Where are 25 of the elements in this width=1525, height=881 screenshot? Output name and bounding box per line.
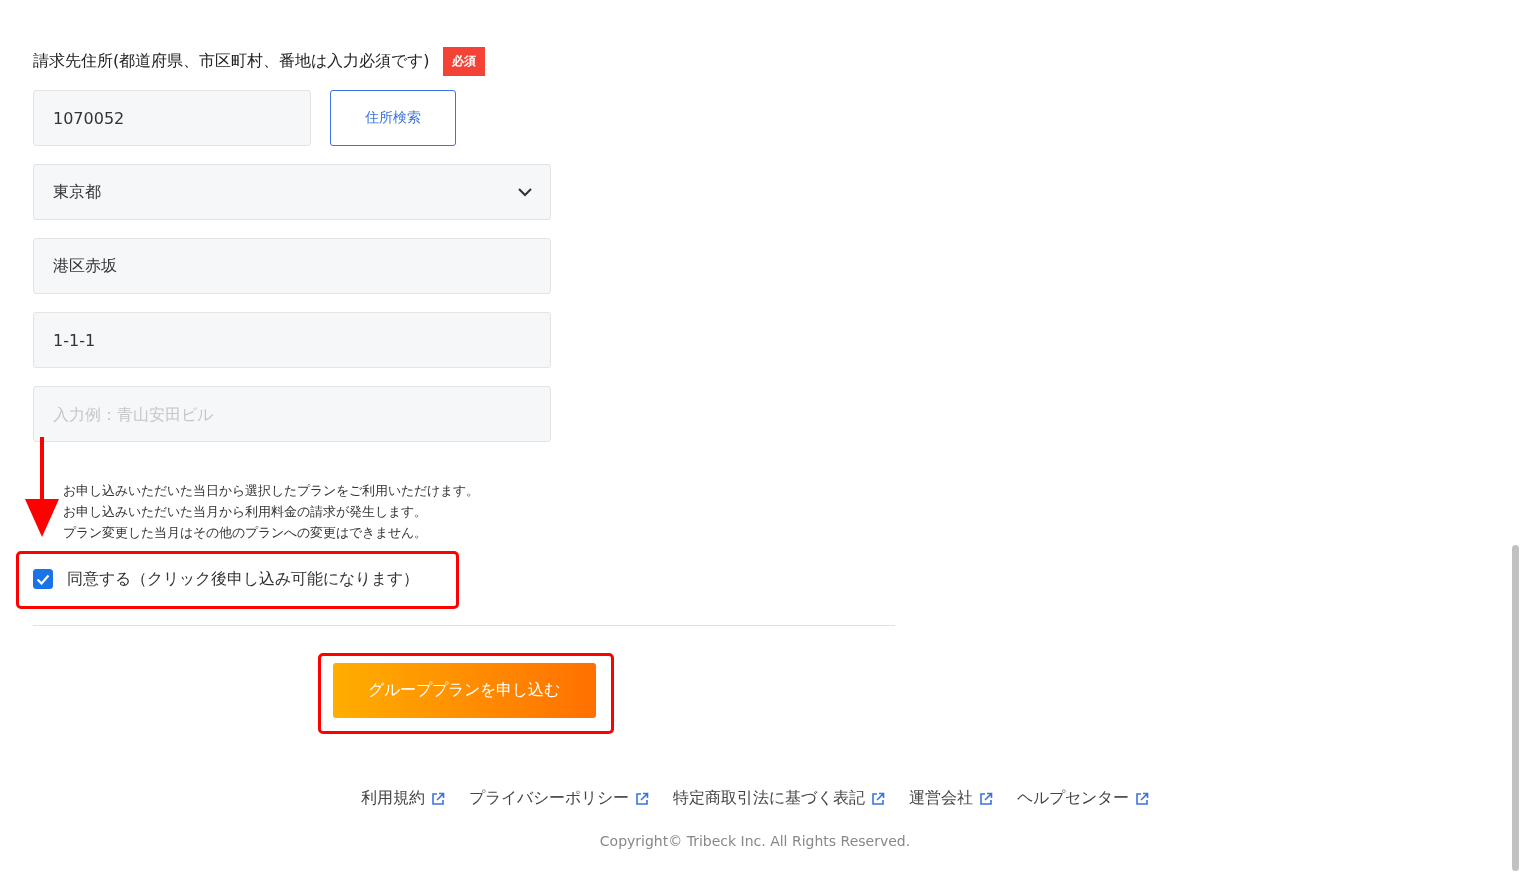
scrollbar-thumb[interactable]: [1512, 545, 1519, 871]
postal-code-field[interactable]: 1070052: [33, 90, 311, 146]
external-link-icon: [871, 791, 885, 806]
required-badge: 必須: [443, 46, 486, 76]
checkbox-icon[interactable]: [33, 569, 53, 589]
note-text: お申し込みいただいた当日から選択したプランをご利用いただけます。: [63, 482, 480, 500]
footer-link[interactable]: 特定商取引法に基づく表記: [673, 788, 885, 809]
footer-link[interactable]: 運営会社: [909, 788, 993, 809]
external-link-icon: [431, 791, 445, 806]
note-text: プラン変更した当月はその他のプランへの変更はできません。: [63, 524, 428, 542]
field-label: 請求先住所(都道府県、市区町村、番地は入力必須です): [33, 50, 430, 72]
street-field[interactable]: 1-1-1: [33, 312, 551, 368]
prefecture-select[interactable]: 東京都: [33, 164, 551, 220]
agreement-checkbox[interactable]: 同意する（クリック後申し込み可能になります）: [33, 563, 419, 595]
external-link-icon: [1135, 791, 1149, 806]
chevron-down-icon: [518, 187, 532, 197]
external-link-icon: [635, 791, 649, 806]
external-link-icon: [979, 791, 993, 806]
copyright-text: Copyright© Tribeck Inc. All Rights Reserved.: [599, 833, 911, 849]
footer-link[interactable]: プライバシーポリシー: [469, 788, 649, 809]
footer-link[interactable]: 利用規約: [361, 788, 445, 809]
city-field[interactable]: 港区赤坂: [33, 238, 551, 294]
note-text: お申し込みいただいた当月から利用料金の請求が発生します。: [63, 503, 428, 521]
footer-link[interactable]: ヘルプセンター: [1017, 788, 1149, 809]
address-search-button[interactable]: 住所検索: [330, 90, 456, 146]
